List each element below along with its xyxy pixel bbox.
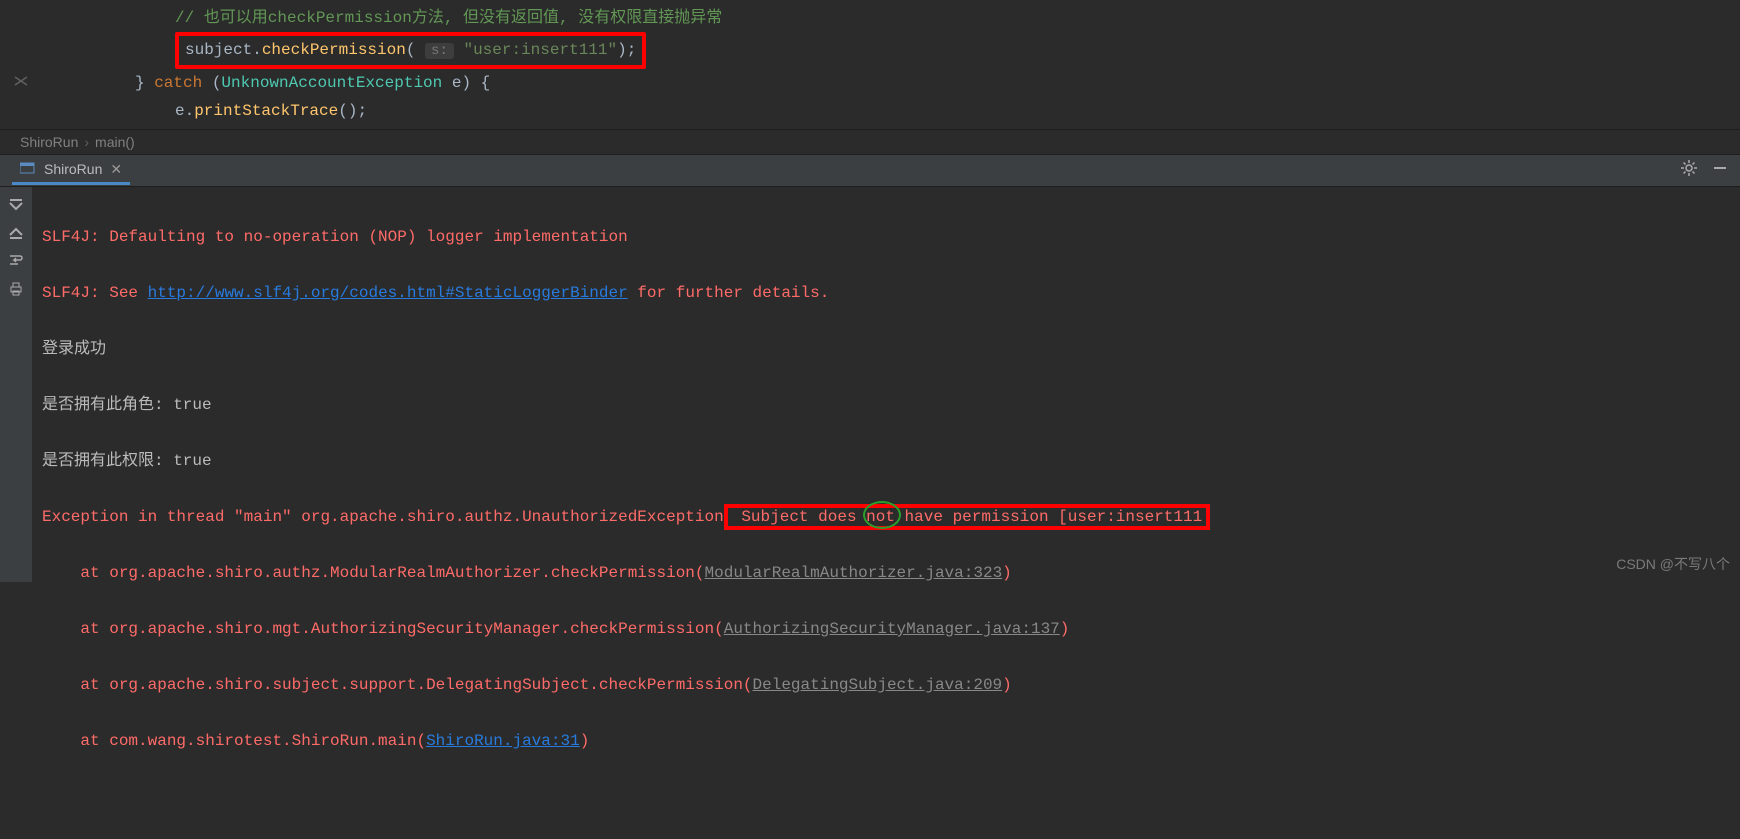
- code-line-catch: } catch (UnknownAccountException e) {: [0, 69, 1740, 97]
- editor-gutter: [0, 4, 38, 133]
- code-line-call: subject.checkPermission( s: "user:insert…: [0, 32, 1740, 69]
- console-line: 是否拥有此角色: true: [42, 396, 212, 414]
- scroll-up-icon[interactable]: [8, 197, 24, 213]
- exception-line: Exception in thread "main" org.apache.sh…: [42, 508, 724, 526]
- close-icon[interactable]: ✕: [110, 161, 122, 178]
- hide-icon[interactable]: [1712, 160, 1728, 181]
- breadcrumb-class[interactable]: ShiroRun: [20, 134, 78, 150]
- scroll-down-icon[interactable]: [8, 225, 24, 241]
- run-toolwindow-header: ShiroRun ✕: [0, 155, 1740, 187]
- gear-icon[interactable]: [1680, 159, 1698, 182]
- code-line-print: e.printStackTrace();: [0, 97, 1740, 125]
- stack-link[interactable]: ShiroRun.java:31: [426, 732, 580, 750]
- breadcrumb-method[interactable]: main(): [95, 134, 135, 150]
- slf4j-link[interactable]: http://www.slf4j.org/codes.html#StaticLo…: [148, 284, 628, 302]
- console-line: 登录成功: [42, 340, 106, 358]
- toolwindow-actions: [1680, 159, 1728, 182]
- stack-line: at com.wang.shirotest.ShiroRun.main(: [42, 732, 426, 750]
- console-output[interactable]: SLF4J: Defaulting to no-operation (NOP) …: [32, 187, 1740, 582]
- run-tab-label: ShiroRun: [44, 161, 102, 177]
- console-line: 是否拥有此权限: true: [42, 452, 212, 470]
- code-editor[interactable]: // 也可以用checkPermission方法, 但没有返回值, 没有权限直接…: [0, 0, 1740, 129]
- code-line-comment: // 也可以用checkPermission方法, 但没有返回值, 没有权限直接…: [0, 4, 1740, 32]
- exception-message: Subject does not have permission [user:i…: [724, 504, 1210, 530]
- stack-line: at org.apache.shiro.authz.ModularRealmAu…: [42, 564, 705, 582]
- stack-line: at org.apache.shiro.subject.support.Dele…: [42, 676, 753, 694]
- stack-link[interactable]: AuthorizingSecurityManager.java:137: [724, 620, 1060, 638]
- run-tab[interactable]: ShiroRun ✕: [12, 157, 130, 185]
- console-pane: SLF4J: Defaulting to no-operation (NOP) …: [0, 187, 1740, 582]
- breadcrumb[interactable]: ShiroRun › main(): [0, 129, 1740, 155]
- stack-link[interactable]: DelegatingSubject.java:209: [753, 676, 1003, 694]
- not-highlight: not: [866, 503, 895, 531]
- console-line: SLF4J: See: [42, 284, 148, 302]
- breadcrumb-separator: ›: [84, 134, 89, 150]
- collapse-icon[interactable]: [14, 76, 28, 90]
- soft-wrap-icon[interactable]: [8, 253, 24, 269]
- print-icon[interactable]: [8, 281, 24, 297]
- run-config-icon: [20, 161, 36, 178]
- stack-link[interactable]: ModularRealmAuthorizer.java:323: [705, 564, 1003, 582]
- console-line: SLF4J: Defaulting to no-operation (NOP) …: [42, 228, 628, 246]
- console-toolbar: [0, 187, 32, 582]
- stack-line: at org.apache.shiro.mgt.AuthorizingSecur…: [42, 620, 724, 638]
